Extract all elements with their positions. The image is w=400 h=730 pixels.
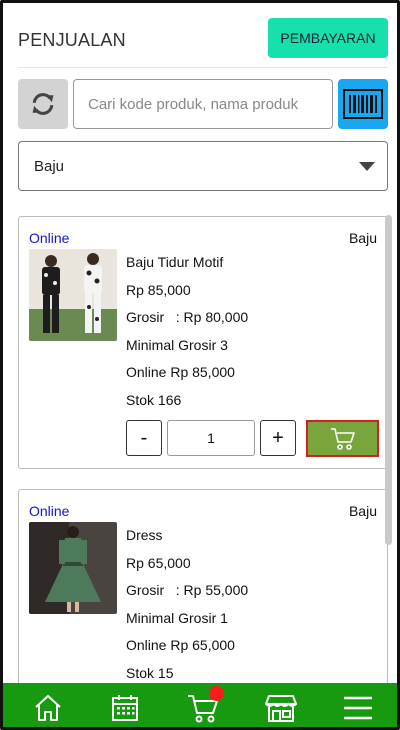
search-row xyxy=(18,79,388,129)
product-card: Online Baju Baju Tidur Motif Rp 85,000 G… xyxy=(18,216,388,469)
product-category: Baju xyxy=(348,230,377,246)
product-stock: Stok 15 xyxy=(126,664,174,681)
nav-calendar[interactable] xyxy=(100,683,150,727)
refresh-button[interactable] xyxy=(18,79,68,129)
product-info: Dress Rp 65,000 Grosir : Rp 55,000 Minim… xyxy=(126,526,248,683)
product-category: Baju xyxy=(348,503,377,519)
quantity-stepper: - + xyxy=(126,420,381,457)
barcode-scan-button[interactable] xyxy=(338,79,388,129)
barcode-icon xyxy=(343,89,383,119)
decrease-qty-button[interactable]: - xyxy=(126,420,162,456)
bottom-nav xyxy=(3,683,397,727)
product-image xyxy=(29,249,117,341)
product-online-price: Online Rp 65,000 xyxy=(126,637,235,653)
app-frame: PENJUALAN PEMBAYARAN Cari kode produk, n… xyxy=(0,0,400,730)
home-icon xyxy=(35,695,61,721)
page-title: PENJUALAN xyxy=(18,30,126,50)
scrollbar[interactable] xyxy=(385,215,392,545)
product-list: Online Baju Baju Tidur Motif Rp 85,000 G… xyxy=(3,199,397,683)
menu-icon xyxy=(344,696,373,720)
product-card: Online Baju Dress Rp 65,000 Grosir: Rp … xyxy=(18,489,388,683)
product-name: Dress xyxy=(126,527,163,543)
store-icon xyxy=(264,695,297,722)
quantity-input[interactable] xyxy=(167,420,255,456)
category-dropdown[interactable]: Baju xyxy=(18,141,388,191)
product-status: Online xyxy=(29,230,70,246)
add-to-cart-button[interactable] xyxy=(306,420,379,457)
cart-icon xyxy=(330,427,355,450)
cart-notification-badge xyxy=(208,686,224,701)
product-grosir-price: Grosir : Rp 80,000 xyxy=(126,309,249,325)
product-grosir-price: Grosir : Rp 55,000 xyxy=(126,582,249,598)
product-min-grosir: Minimal Grosir 3 xyxy=(126,336,228,353)
payment-button[interactable]: PEMBAYARAN xyxy=(268,18,388,58)
product-image xyxy=(29,522,117,614)
nav-store[interactable] xyxy=(256,683,306,727)
nav-cart[interactable] xyxy=(178,683,228,727)
product-min-grosir: Minimal Grosir 1 xyxy=(126,609,228,626)
header: PENJUALAN PEMBAYARAN xyxy=(18,18,388,68)
product-online-price: Online Rp 85,000 xyxy=(126,364,235,380)
category-selected-value: Baju xyxy=(34,158,65,175)
product-info: Baju Tidur Motif Rp 85,000 Grosir : Rp 8… xyxy=(126,253,248,418)
refresh-icon xyxy=(32,93,54,115)
product-stock: Stok 166 xyxy=(126,391,182,408)
search-input[interactable] xyxy=(73,79,333,129)
product-price: Rp 85,000 xyxy=(126,281,191,298)
calendar-icon xyxy=(112,695,139,721)
increase-qty-button[interactable]: + xyxy=(260,420,296,456)
chevron-down-icon xyxy=(359,162,375,171)
product-name: Baju Tidur Motif xyxy=(126,254,224,270)
product-status: Online xyxy=(29,503,70,519)
product-price: Rp 65,000 xyxy=(126,554,191,571)
nav-menu[interactable] xyxy=(333,683,383,727)
nav-home[interactable] xyxy=(23,683,73,727)
